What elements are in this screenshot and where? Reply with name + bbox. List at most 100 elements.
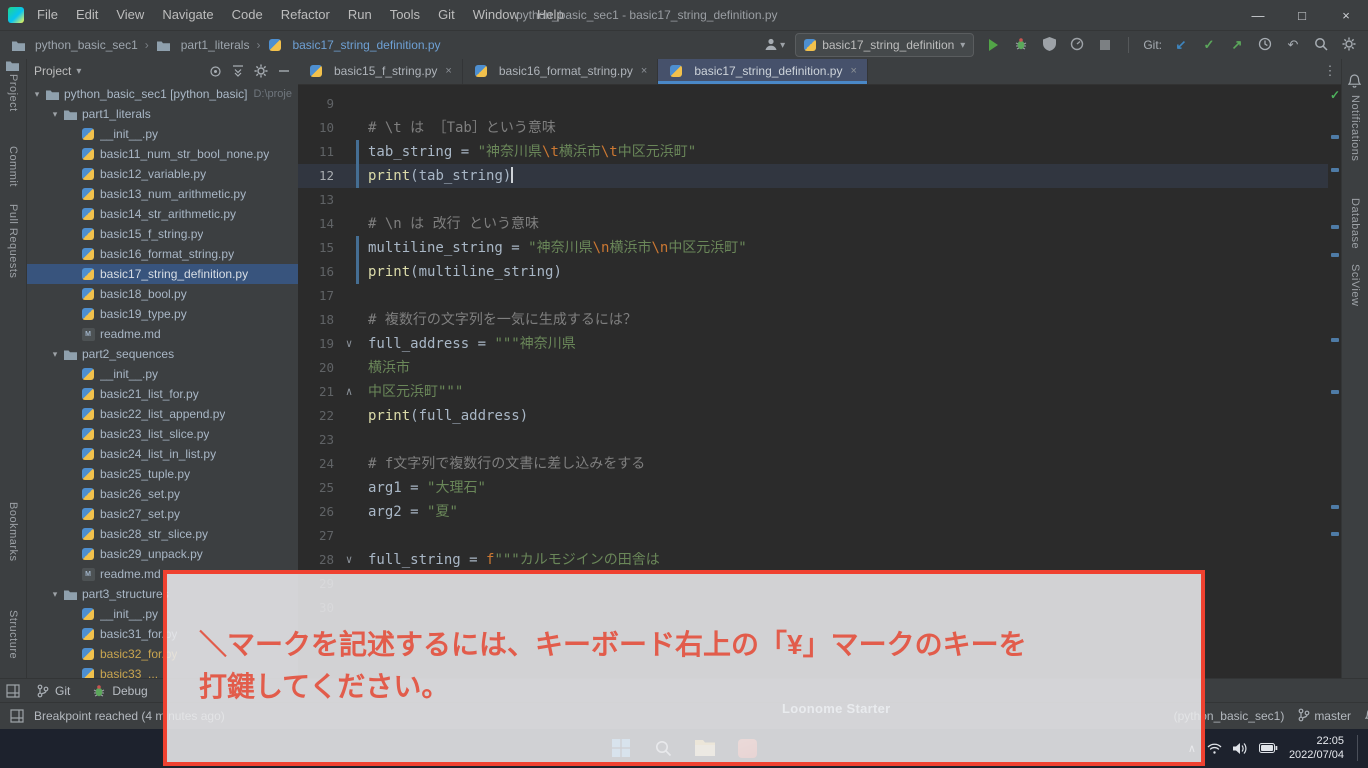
- tab-close-icon[interactable]: ×: [850, 65, 856, 77]
- code-line-24[interactable]: 24# f文字列で複数行の文書に差し込みをする: [298, 452, 1328, 476]
- tool-stripe-pull-requests[interactable]: Pull Requests: [7, 204, 19, 278]
- tree-item-part1-literals[interactable]: ▾part1_literals: [26, 104, 298, 124]
- tree-item-basic11-num-str-bool-none-py[interactable]: basic11_num_str_bool_none.py: [26, 144, 298, 164]
- stop-button[interactable]: [1096, 35, 1114, 55]
- tool-stripe-notifications[interactable]: Notifications: [1349, 95, 1361, 161]
- code-line-14[interactable]: 14# \n は 改行 という意味: [298, 212, 1328, 236]
- code-line-26[interactable]: 26arg2 = "夏": [298, 500, 1328, 524]
- tree-item-basic13-num-arithmetic-py[interactable]: basic13_num_arithmetic.py: [26, 184, 298, 204]
- tree-item-basic24-list-in-list-py[interactable]: basic24_list_in_list.py: [26, 444, 298, 464]
- run-configuration-select[interactable]: basic17_string_definition ▾: [795, 33, 974, 57]
- minimize-button[interactable]: —: [1236, 0, 1280, 30]
- chevron-expanded-icon[interactable]: ▾: [48, 349, 62, 360]
- toolwindow-button-debug[interactable]: Debug: [83, 680, 156, 702]
- tool-stripe-bookmarks[interactable]: Bookmarks: [7, 502, 19, 562]
- tree-item-basic14-str-arithmetic-py[interactable]: basic14_str_arithmetic.py: [26, 204, 298, 224]
- menu-git[interactable]: Git: [429, 0, 464, 30]
- tree-item-basic26-set-py[interactable]: basic26_set.py: [26, 484, 298, 504]
- menu-run[interactable]: Run: [339, 0, 381, 30]
- wifi-icon[interactable]: [1207, 743, 1222, 754]
- code-line-23[interactable]: 23: [298, 428, 1328, 452]
- show-desktop-strip[interactable]: [1357, 735, 1362, 761]
- git-branch-widget[interactable]: master: [1298, 708, 1351, 725]
- menu-tools[interactable]: Tools: [381, 0, 429, 30]
- volume-icon[interactable]: [1233, 742, 1248, 755]
- code-line-19[interactable]: 19∨full_address = """神奈川県: [298, 332, 1328, 356]
- tree-item-basic12-variable-py[interactable]: basic12_variable.py: [26, 164, 298, 184]
- tree-item-init-py[interactable]: __init__.py: [26, 364, 298, 384]
- history-button[interactable]: [1256, 35, 1274, 55]
- fold-open-icon[interactable]: ∨: [342, 332, 356, 356]
- tab-close-icon[interactable]: ×: [445, 65, 451, 77]
- menu-navigate[interactable]: Navigate: [153, 0, 222, 30]
- code-line-22[interactable]: 22print(full_address): [298, 404, 1328, 428]
- rollback-button[interactable]: ↶: [1284, 35, 1302, 55]
- menu-edit[interactable]: Edit: [67, 0, 107, 30]
- battery-icon[interactable]: [1259, 743, 1278, 753]
- code-line-11[interactable]: 11tab_string = "神奈川県\t横浜市\t中区元浜町": [298, 140, 1328, 164]
- chevron-expanded-icon[interactable]: ▾: [30, 89, 44, 100]
- toolwindow-layout-icon[interactable]: [6, 684, 20, 698]
- menu-code[interactable]: Code: [223, 0, 272, 30]
- tree-item-python-basic-sec1-python-basic[interactable]: ▾python_basic_sec1 [python_basic]D:\proj…: [26, 84, 298, 104]
- hide-panel-button[interactable]: [278, 65, 290, 77]
- code-line-28[interactable]: 28∨full_string = f"""カルモジインの田舎は: [298, 548, 1328, 572]
- tree-item-basic25-tuple-py[interactable]: basic25_tuple.py: [26, 464, 298, 484]
- run-button[interactable]: [984, 35, 1002, 55]
- menu-file[interactable]: File: [28, 0, 67, 30]
- breadcrumb-item-basic17-string-definition-py[interactable]: basic17_string_definition.py: [267, 38, 440, 52]
- chevron-expanded-icon[interactable]: ▾: [48, 109, 62, 120]
- code-line-9[interactable]: 9: [298, 92, 1328, 116]
- tree-item-basic15-f-string-py[interactable]: basic15_f_string.py: [26, 224, 298, 244]
- menu-refactor[interactable]: Refactor: [272, 0, 339, 30]
- fold-close-icon[interactable]: ∧: [342, 380, 356, 404]
- code-line-17[interactable]: 17: [298, 284, 1328, 308]
- code-line-12[interactable]: 12print(tab_string): [298, 164, 1328, 188]
- tab-close-icon[interactable]: ×: [641, 65, 647, 77]
- tool-stripe-structure[interactable]: Structure: [7, 610, 19, 659]
- editor-tab-basic15-f-string-py[interactable]: basic15_f_string.py×: [298, 58, 463, 84]
- breadcrumb-item-python-basic-sec1[interactable]: python_basic_sec1: [10, 38, 138, 52]
- code-line-21[interactable]: 21∧中区元浜町""": [298, 380, 1328, 404]
- tree-item-basic18-bool-py[interactable]: basic18_bool.py: [26, 284, 298, 304]
- editor-tab-basic16-format-string-py[interactable]: basic16_format_string.py×: [463, 58, 659, 84]
- code-line-10[interactable]: 10# \t は ［Tab］という意味: [298, 116, 1328, 140]
- tool-stripe-commit[interactable]: Commit: [7, 146, 19, 187]
- code-line-20[interactable]: 20横浜市: [298, 356, 1328, 380]
- tree-item-init-py[interactable]: __init__.py: [26, 124, 298, 144]
- tree-item-basic27-set-py[interactable]: basic27_set.py: [26, 504, 298, 524]
- commit-button[interactable]: ✓: [1200, 35, 1218, 55]
- tool-stripe-project[interactable]: Project: [7, 74, 19, 112]
- code-line-16[interactable]: 16print(multiline_string): [298, 260, 1328, 284]
- inspections-ok-icon[interactable]: ✓: [1330, 88, 1340, 102]
- tree-item-basic28-str-slice-py[interactable]: basic28_str_slice.py: [26, 524, 298, 544]
- panel-settings-button[interactable]: [254, 64, 268, 78]
- code-line-15[interactable]: 15multiline_string = "神奈川県\n横浜市\n中区元浜町": [298, 236, 1328, 260]
- user-account-button[interactable]: ▾: [764, 35, 785, 55]
- tree-item-basic23-list-slice-py[interactable]: basic23_list_slice.py: [26, 424, 298, 444]
- tool-stripe-sciview[interactable]: SciView: [1349, 264, 1361, 306]
- update-project-button[interactable]: ↙: [1172, 35, 1190, 55]
- locate-file-button[interactable]: [209, 65, 222, 78]
- fold-open-icon[interactable]: ∨: [342, 548, 356, 572]
- code-line-25[interactable]: 25arg1 = "大理石": [298, 476, 1328, 500]
- chevron-expanded-icon[interactable]: ▾: [48, 589, 62, 600]
- tree-item-part2-sequences[interactable]: ▾part2_sequences: [26, 344, 298, 364]
- tree-item-basic19-type-py[interactable]: basic19_type.py: [26, 304, 298, 324]
- debug-button[interactable]: [1012, 35, 1030, 55]
- project-panel-title[interactable]: Project: [34, 64, 71, 78]
- close-button[interactable]: ×: [1324, 0, 1368, 30]
- profiler-button[interactable]: [1068, 35, 1086, 55]
- editor-tab-basic17-string-definition-py[interactable]: basic17_string_definition.py×: [658, 58, 868, 84]
- menu-view[interactable]: View: [107, 0, 153, 30]
- tree-item-basic22-list-append-py[interactable]: basic22_list_append.py: [26, 404, 298, 424]
- tree-item-readme-md[interactable]: Mreadme.md: [26, 324, 298, 344]
- notifications-stripe-icon[interactable]: [1348, 74, 1361, 88]
- tool-stripe-database[interactable]: Database: [1349, 198, 1361, 249]
- taskbar-clock[interactable]: 22:05 2022/07/04: [1289, 734, 1344, 762]
- tree-item-basic21-list-for-py[interactable]: basic21_list_for.py: [26, 384, 298, 404]
- toolwindow-button-git[interactable]: Git: [28, 680, 79, 702]
- maximize-button[interactable]: □: [1280, 0, 1324, 30]
- tree-item-basic16-format-string-py[interactable]: basic16_format_string.py: [26, 244, 298, 264]
- tree-item-basic29-unpack-py[interactable]: basic29_unpack.py: [26, 544, 298, 564]
